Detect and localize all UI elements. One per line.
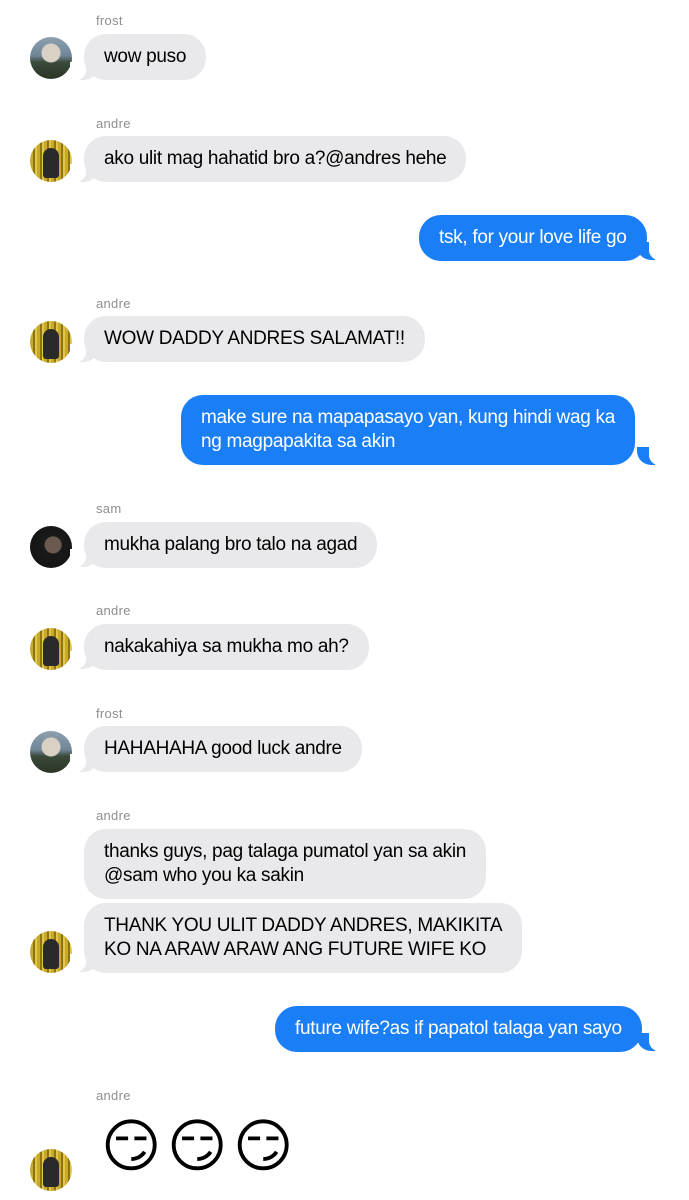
- message-text: tsk, for your love life go: [439, 227, 627, 248]
- message-bubble[interactable]: future wife?as if papatol talaga yan say…: [275, 1006, 642, 1052]
- smirk-emoji: 😏: [167, 1114, 228, 1179]
- sender-name: andre: [96, 808, 131, 823]
- avatar-andre[interactable]: [30, 321, 72, 363]
- sender-name: frost: [96, 13, 123, 28]
- sender-name: andre: [96, 603, 131, 618]
- message-text: mukha palang bro talo na agad: [104, 534, 358, 555]
- message-bubble[interactable]: HAHAHAHA good luck andre: [84, 726, 362, 772]
- emoji-message[interactable]: 😏 😏 😏: [101, 1116, 311, 1182]
- avatar-andre[interactable]: [30, 931, 72, 973]
- message-bubble[interactable]: WOW DADDY ANDRES SALAMAT!!: [84, 316, 425, 362]
- avatar-andre[interactable]: [30, 140, 72, 182]
- message-text: WOW DADDY ANDRES SALAMAT!!: [104, 328, 405, 349]
- sender-name: sam: [96, 501, 122, 516]
- avatar-sam[interactable]: [30, 526, 72, 568]
- message-text-line: @sam who you ka sakin: [104, 865, 304, 886]
- message-text-line: THANK YOU ULIT DADDY ANDRES, MAKIKITA: [104, 915, 503, 936]
- avatar-frost[interactable]: [30, 731, 72, 773]
- smirk-emoji: 😏: [101, 1114, 162, 1179]
- message-bubble[interactable]: nakakahiya sa mukha mo ah?: [84, 624, 369, 670]
- message-bubble[interactable]: ako ulit mag hahatid bro a?@andres hehe: [84, 136, 467, 182]
- message-text: wow puso: [104, 46, 187, 67]
- avatar-andre[interactable]: [30, 628, 72, 670]
- bubble-tail: [637, 447, 665, 465]
- message-bubble[interactable]: make sure na mapapasayo yan, kung hindi …: [181, 395, 635, 465]
- message-bubble[interactable]: THANK YOU ULIT DADDY ANDRES, MAKIKITA KO…: [84, 903, 523, 973]
- avatar-frost[interactable]: [30, 37, 72, 79]
- message-text-line: make sure na mapapasayo yan, kung hindi …: [201, 407, 615, 428]
- message-text: ako ulit mag hahatid bro a?@andres hehe: [104, 148, 447, 169]
- message-text: HAHAHAHA good luck andre: [104, 738, 342, 759]
- message-bubble[interactable]: wow puso: [84, 34, 207, 80]
- avatar-andre[interactable]: [30, 1149, 72, 1191]
- message-text: future wife?as if papatol talaga yan say…: [295, 1018, 622, 1039]
- message-text-line: KO NA ARAW ARAW ANG FUTURE WIFE KO: [104, 939, 487, 960]
- sender-name: frost: [96, 706, 123, 721]
- smirk-emoji: 😏: [233, 1114, 294, 1179]
- message-bubble[interactable]: mukha palang bro talo na agad: [84, 522, 378, 568]
- message-text: nakakahiya sa mukha mo ah?: [104, 636, 349, 657]
- message-text-line: thanks guys, pag talaga pumatol yan sa a…: [104, 841, 467, 862]
- sender-name: andre: [96, 1088, 131, 1103]
- sender-name: andre: [96, 116, 131, 131]
- message-bubble[interactable]: tsk, for your love life go: [419, 215, 647, 261]
- sender-name: andre: [96, 296, 131, 311]
- message-text-line: ng magpapakita sa akin: [201, 431, 396, 452]
- message-bubble[interactable]: thanks guys, pag talaga pumatol yan sa a…: [84, 829, 487, 899]
